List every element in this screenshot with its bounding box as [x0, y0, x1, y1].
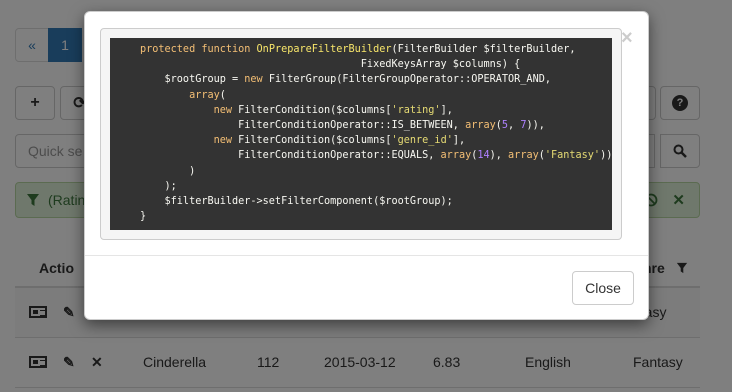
- close-button[interactable]: Close: [572, 271, 634, 305]
- code-line: FilterConditionOperator::EQUALS, array(1…: [140, 150, 612, 162]
- code-frame: protected function OnPrepareFilterBuilde…: [100, 28, 622, 240]
- code-line: new FilterCondition($columns['rating'],: [213, 104, 453, 116]
- modal-close-icon[interactable]: ×: [621, 28, 633, 48]
- code-line: }: [140, 211, 147, 223]
- code-modal: × protected function OnPrepareFilterBuil…: [84, 11, 649, 320]
- code-line: FilterConditionOperator::IS_BETWEEN, arr…: [140, 120, 545, 132]
- code-line: $rootGroup = new FilterGroup(FilterGroup…: [140, 74, 551, 86]
- modal-footer: Close: [85, 255, 648, 321]
- code-line: array(: [189, 89, 226, 101]
- code-line: FixedKeysArray $columns) {: [140, 59, 521, 71]
- code-line: );: [140, 180, 177, 192]
- code-line: $filterBuilder->setFilterComponent($root…: [140, 196, 453, 208]
- code-line: ): [140, 165, 196, 177]
- code-block: protected function OnPrepareFilterBuilde…: [110, 38, 612, 230]
- code-line: new FilterCondition($columns['genre_id']…: [213, 135, 466, 147]
- code-line: protected function OnPrepareFilterBuilde…: [140, 44, 576, 55]
